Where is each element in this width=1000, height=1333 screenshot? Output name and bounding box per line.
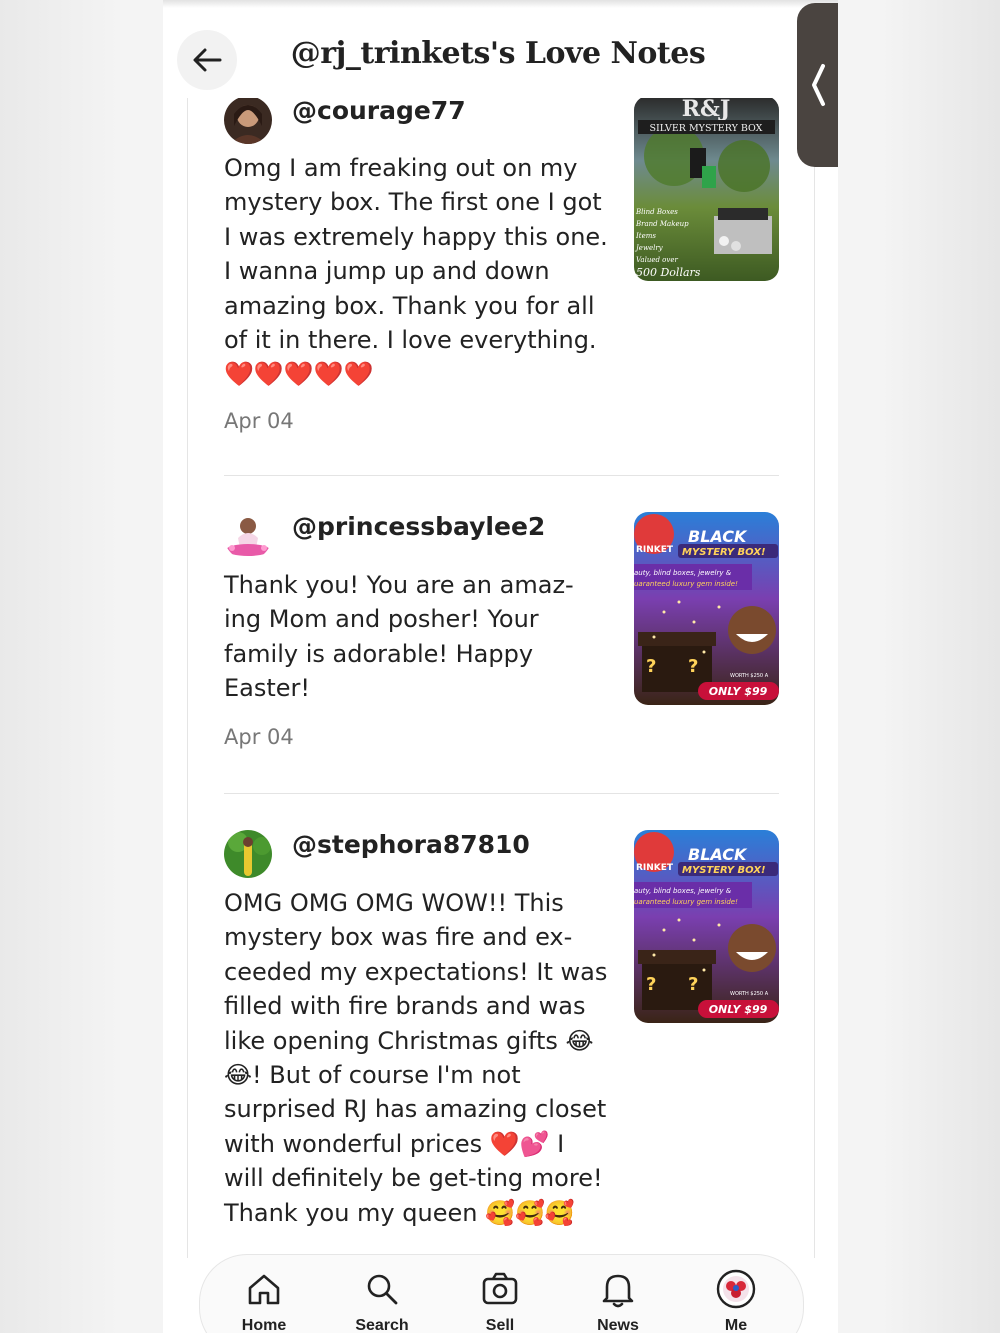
love-note: @courage77 Omg I am freaking out on my m… bbox=[224, 98, 779, 476]
note-username[interactable]: @stephora87810 bbox=[292, 830, 530, 859]
svg-text:?: ? bbox=[688, 656, 698, 677]
nav-sell-label: Sell bbox=[485, 1317, 515, 1333]
listing-thumbnail[interactable]: RINKET BLACK MYSTERY BOX! auty, blind bo… bbox=[634, 830, 779, 1023]
note-message: OMG OMG OMG WOW!! This mystery box was f… bbox=[224, 889, 608, 1227]
svg-text:auty, blind boxes, jewelry &: auty, blind boxes, jewelry & bbox=[634, 887, 732, 895]
home-icon bbox=[248, 1274, 280, 1305]
thumb-subtitle: MYSTERY BOX! bbox=[682, 865, 766, 876]
nav-me[interactable]: Me bbox=[691, 1269, 781, 1333]
avatar[interactable] bbox=[224, 98, 272, 144]
thumb-price: 500 Dollars bbox=[636, 266, 701, 279]
love-note: @princessbaylee2 Thank you! You are an a… bbox=[224, 512, 779, 812]
divider bbox=[224, 793, 779, 794]
love-note: @stephora87810 OMG OMG OMG WOW!! This my… bbox=[224, 830, 779, 1258]
svg-text:?: ? bbox=[688, 974, 698, 995]
camera-icon bbox=[482, 1272, 518, 1305]
app-screen: @rj_trinkets's Love Notes @courage77 Omg… bbox=[163, 0, 838, 1333]
svg-text:Items: Items bbox=[635, 232, 656, 240]
thumb-title: SILVER MYSTERY BOX bbox=[650, 123, 763, 134]
profile-avatar-icon bbox=[716, 1269, 756, 1309]
note-message: Omg I am freaking out on my mystery box.… bbox=[224, 154, 608, 389]
nav-home[interactable]: Home bbox=[219, 1269, 309, 1333]
svg-text:?: ? bbox=[646, 656, 656, 677]
thumb-price: ONLY $99 bbox=[709, 1003, 768, 1016]
bottom-nav: Home Search Sell News Me bbox=[199, 1254, 804, 1333]
nav-news-label: News bbox=[597, 1317, 639, 1333]
side-panel-handle[interactable] bbox=[797, 3, 838, 167]
nav-news[interactable]: News bbox=[573, 1269, 663, 1333]
bell-icon bbox=[602, 1274, 634, 1308]
nav-sell[interactable]: Sell bbox=[455, 1269, 545, 1333]
svg-text:auty, blind boxes, jewelry &: auty, blind boxes, jewelry & bbox=[634, 569, 732, 577]
chevron-left-icon bbox=[811, 64, 825, 106]
avatar[interactable] bbox=[224, 512, 272, 560]
svg-text:?: ? bbox=[646, 974, 656, 995]
svg-text:WORTH $250 A: WORTH $250 A bbox=[730, 991, 769, 997]
nav-home-label: Home bbox=[241, 1317, 287, 1333]
thumb-title: BLACK bbox=[688, 527, 748, 546]
header: @rj_trinkets's Love Notes bbox=[163, 22, 838, 98]
thumb-subtitle: MYSTERY BOX! bbox=[682, 547, 766, 558]
arrow-left-icon bbox=[193, 48, 222, 72]
thumb-brand: R&J bbox=[682, 98, 731, 122]
divider bbox=[224, 475, 779, 476]
svg-text:Valued over: Valued over bbox=[636, 256, 678, 264]
nav-search-label: Search bbox=[355, 1317, 409, 1333]
svg-text:uaranteed luxury gem inside!: uaranteed luxury gem inside! bbox=[634, 580, 738, 588]
search-icon bbox=[367, 1274, 398, 1305]
page-title: @rj_trinkets's Love Notes bbox=[290, 36, 706, 71]
avatar[interactable] bbox=[224, 830, 272, 878]
back-button[interactable] bbox=[177, 30, 237, 90]
thumb-brand: RINKET bbox=[636, 545, 674, 555]
listing-thumbnail[interactable]: RINKET BLACK MYSTERY BOX! auty, blind bo… bbox=[634, 512, 779, 705]
svg-text:Blind Boxes: Blind Boxes bbox=[635, 208, 678, 216]
note-message: Thank you! You are an amaz-ing Mom and p… bbox=[224, 571, 574, 703]
svg-text:Jewelry: Jewelry bbox=[634, 244, 664, 252]
note-username[interactable]: @princessbaylee2 bbox=[292, 512, 545, 541]
note-username[interactable]: @courage77 bbox=[292, 98, 466, 125]
thumb-brand: RINKET bbox=[636, 863, 674, 873]
svg-text:WORTH $250 A: WORTH $250 A bbox=[730, 673, 769, 679]
note-date: Apr 04 bbox=[224, 725, 294, 749]
thumb-title: BLACK bbox=[688, 845, 748, 864]
note-date: Apr 04 bbox=[224, 409, 294, 433]
svg-text:Brand Makeup: Brand Makeup bbox=[635, 220, 689, 228]
thumb-price: ONLY $99 bbox=[709, 685, 768, 698]
svg-text:uaranteed luxury gem inside!: uaranteed luxury gem inside! bbox=[634, 898, 738, 906]
love-notes-list: @courage77 Omg I am freaking out on my m… bbox=[187, 98, 815, 1258]
nav-me-label: Me bbox=[724, 1317, 748, 1333]
nav-search[interactable]: Search bbox=[337, 1269, 427, 1333]
listing-thumbnail[interactable]: R&J SILVER MYSTERY BOX Blind Boxes Brand… bbox=[634, 98, 779, 281]
